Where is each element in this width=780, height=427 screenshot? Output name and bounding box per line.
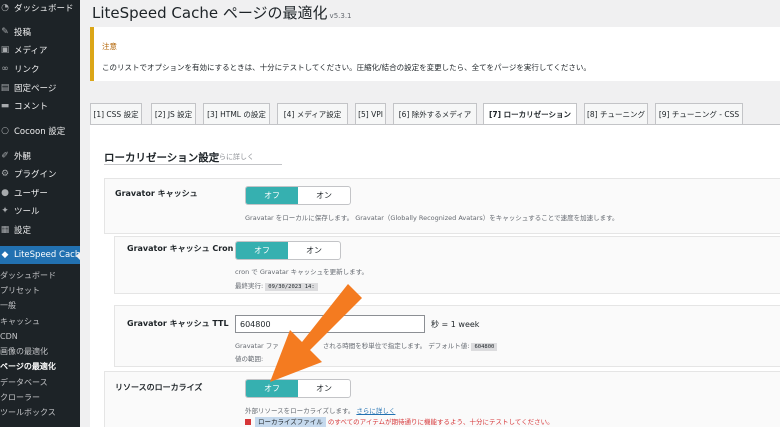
gravatar-cron-toggle[interactable]: オフ オン [235,241,341,260]
submenu-cdn[interactable]: CDN [0,329,80,344]
settings-tabs: [1] CSS 設定 [2] JS 設定 [3] HTML の設定 [4] メデ… [90,103,780,125]
default-value: 604800 [471,343,498,351]
media-icon: ▣ [0,45,10,55]
tab-media-excludes[interactable]: [6] 除外するメディア [393,103,477,125]
page-icon: ▤ [0,83,10,93]
sidebar-item-posts[interactable]: ✎ 投稿 [0,23,80,41]
tab-html[interactable]: [3] HTML の設定 [203,103,270,125]
sidebar-item-appearance[interactable]: ✐ 外観 [0,147,80,165]
toggle-off-option[interactable]: オフ [236,242,288,259]
section-title: ローカリゼーション設定 [104,152,220,164]
submenu-general[interactable]: 一般 [0,298,80,313]
page-title: LiteSpeed Cache ページの最適化 v5.3.1 [92,4,352,22]
brush-icon: ✐ [1,151,9,161]
admin-sidebar: ◔ ダッシュボード ✎ 投稿 ▣ メディア ∞ リンク ▤ 固定ページ ▬ コメント ○ Co… [0,0,80,427]
sidebar-item-media[interactable]: ▣ メディア [0,41,80,59]
tab-vpi[interactable]: [5] VPI [355,103,386,125]
localize-files-tag[interactable]: ローカライズファイル [255,417,326,427]
notice-title: 注意 [102,42,117,51]
pin-icon: ✎ [1,27,9,37]
tab-css[interactable]: [1] CSS 設定 [90,103,142,125]
localize-warning: ローカライズファイル のすべてのアイテムが期待通りに機能するよう、十分にテストし… [245,416,554,427]
toggle-on-option[interactable]: オン [288,242,340,259]
localize-desc: 外部リソースをローカライズします。 さらに詳しく [245,407,396,415]
tab-localization[interactable]: [7] ローカリゼーション [483,103,577,125]
sidebar-item-tools[interactable]: ✦ ツール [0,202,80,220]
tab-tuning[interactable]: [8] チューニング [584,103,648,125]
learn-more-link[interactable]: さらに詳しく [212,152,254,162]
sidebar-item-pages[interactable]: ▤ 固定ページ [0,79,80,97]
warning-notice: 注意 このリストでオプションを有効にするときは、十分にテストしてください。圧縮化… [90,27,780,81]
tab-tuning-css[interactable]: [9] チューニング - CSS [655,103,743,125]
submenu-cache[interactable]: キャッシュ [0,314,80,329]
notice-text: このリストでオプションを有効にするときは、十分にテストしてください。圧縮化/結合… [102,63,591,72]
submenu-toolbox[interactable]: ツールボックス [0,405,80,420]
setting-gravatar-ttl: Gravator キャッシュ TTL 604800 秒 = 1 week Gra… [114,305,780,367]
submenu-database[interactable]: データベース [0,375,80,390]
setting-localize-resources: リソースのローカライズ オフ オン 外部リソースをローカライズします。 さらに詳… [104,371,780,427]
setting-gravatar-cache: Gravator キャッシュ オフ オン Gravatar をローカルに保存しま… [104,178,780,234]
gravatar-cache-toggle[interactable]: オフ オン [245,186,351,205]
gravatar-cache-desc: Gravatar をローカルに保存します。 Gravatar（Globally … [245,214,619,222]
localize-label: リソースのローカライズ [115,383,203,392]
submenu-page-optimization[interactable]: ページの最適化 [0,359,80,374]
link-icon: ∞ [1,64,9,74]
warning-icon [245,419,251,425]
settings-icon: ▦ [0,225,10,235]
wrench-icon: ✦ [1,206,9,216]
localize-learn-more-link[interactable]: さらに詳しく [356,407,395,415]
gravatar-ttl-suffix: 秒 = 1 week [431,320,480,329]
sidebar-item-litespeed-cache[interactable]: ◆ LiteSpeed Cache [0,246,80,264]
toggle-on-option[interactable]: オン [298,187,350,204]
sidebar-item-plugins[interactable]: ⚙ プラグイン [0,165,80,183]
sidebar-item-comments[interactable]: ▬ コメント [0,97,80,115]
submenu-image-optimization[interactable]: 画像の最適化 [0,344,80,359]
user-icon: ● [1,188,9,198]
arrow-shape [270,284,362,382]
dashboard-icon: ◔ [1,3,9,13]
gravatar-cache-label: Gravator キャッシュ [115,189,198,198]
submenu-presets[interactable]: プリセット [0,283,80,298]
version-label: v5.3.1 [329,12,352,20]
orange-arrow-annotation [270,284,362,382]
gravatar-cron-label: Gravator キャッシュ Cron [127,244,234,253]
main-content: LiteSpeed Cache ページの最適化 v5.3.1 注意 このリストでオ… [80,0,780,427]
tab-media[interactable]: [4] メディア設定 [277,103,348,125]
submenu-dashboard[interactable]: ダッシュボード [0,268,80,283]
tab-js[interactable]: [2] JS 設定 [151,103,196,125]
plugin-icon: ⚙ [0,169,10,179]
section-divider [104,164,282,165]
sidebar-item-cocoon[interactable]: ○ Cocoon 設定 [0,122,80,140]
cocoon-icon: ○ [1,126,9,136]
setting-gravatar-cron: Gravator キャッシュ Cron オフ オン cron で Gravata… [114,236,780,294]
sidebar-item-links[interactable]: ∞ リンク [0,60,80,78]
sidebar-item-settings[interactable]: ▦ 設定 [0,221,80,239]
submenu-crawler[interactable]: クローラー [0,390,80,405]
settings-panel: ローカリゼーション設定 さらに詳しく Gravator キャッシュ オフ オン … [90,124,780,427]
gravatar-ttl-label: Gravator キャッシュ TTL [127,319,229,328]
gravatar-cron-desc: cron で Gravatar キャッシュを更新します。 [235,268,368,276]
sidebar-item-dashboard[interactable]: ◔ ダッシュボード [0,0,80,17]
comment-icon: ▬ [0,101,10,111]
sidebar-item-users[interactable]: ● ユーザー [0,184,80,202]
toggle-off-option[interactable]: オフ [246,187,298,204]
litespeed-icon: ◆ [1,250,9,260]
